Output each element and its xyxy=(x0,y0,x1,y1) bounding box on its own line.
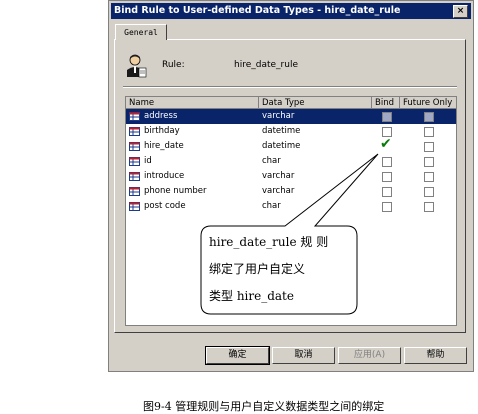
window-title: Bind Rule to User-defined Data Types - h… xyxy=(114,5,401,16)
tab-general-label: General xyxy=(124,28,158,37)
ok-button-label: 确定 xyxy=(228,350,247,360)
help-button-label: 帮助 xyxy=(426,350,445,360)
bind-rule-dialog: Bind Rule to User-defined Data Types - h… xyxy=(108,0,474,372)
tab-general[interactable]: General xyxy=(115,24,167,40)
close-button[interactable]: × xyxy=(453,5,468,18)
close-icon: × xyxy=(456,6,465,16)
apply-button-label: 应用(A) xyxy=(353,350,386,360)
figure-caption: 图9-4 管理规则与用户自定义数据类型之间的绑定 xyxy=(143,400,385,413)
callout-line-1: hire_date_rule 规 则 xyxy=(209,235,329,249)
help-button[interactable]: 帮助 xyxy=(404,347,467,364)
cancel-button[interactable]: 取消 xyxy=(272,347,335,364)
callout-line-3: 类型 hire_date xyxy=(209,289,294,303)
ok-button[interactable]: 确定 xyxy=(205,346,270,365)
callout-line-2: 绑定了用户自定义 xyxy=(209,262,306,276)
cancel-button-label: 取消 xyxy=(294,350,313,360)
general-panel: Rule: hire_date_rule Name Data Type Bind… xyxy=(114,39,466,333)
title-bar[interactable]: Bind Rule to User-defined Data Types - h… xyxy=(111,3,471,19)
apply-button[interactable]: 应用(A) xyxy=(338,347,401,364)
